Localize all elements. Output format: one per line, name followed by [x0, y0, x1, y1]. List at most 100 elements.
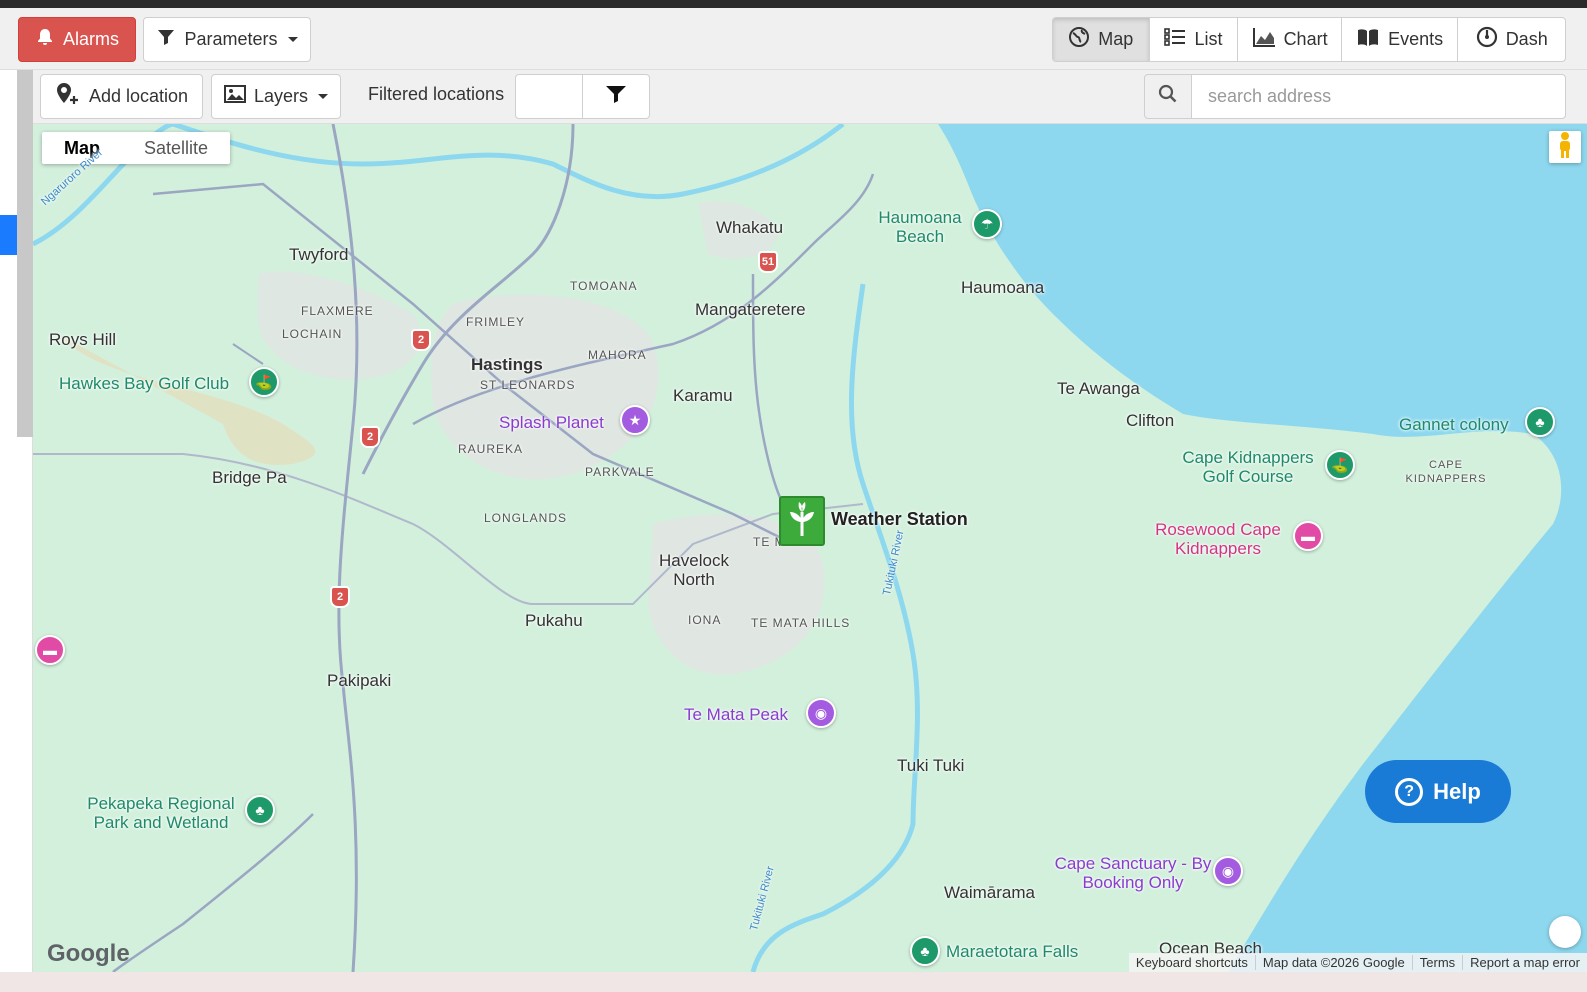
golf-poi-icon[interactable]: ⛳ [249, 367, 279, 397]
highway-number: 2 [336, 591, 344, 603]
terms-link[interactable]: Terms [1411, 955, 1462, 970]
poi-label[interactable]: Splash Planet [499, 413, 604, 433]
report-map-error-link[interactable]: Report a map error [1462, 955, 1587, 970]
place-label: Clifton [1126, 411, 1175, 430]
place-label: Bridge Pa [212, 468, 287, 487]
poi-label[interactable]: Rosewood Cape Kidnappers [1138, 520, 1298, 558]
tab-list[interactable]: List [1150, 18, 1239, 61]
left-sidebar-rail [0, 70, 33, 992]
poi-label[interactable]: Cape Sanctuary - By Booking Only [1053, 854, 1213, 892]
tab-chart[interactable]: Chart [1238, 18, 1342, 61]
place-label: FLAXMERE [301, 304, 374, 318]
place-label: Tuki Tuki [897, 756, 965, 775]
attraction-poi-icon[interactable]: ★ [620, 405, 650, 435]
alarms-label: Alarms [62, 29, 119, 49]
sidebar-scrollbar[interactable] [17, 70, 33, 437]
pegman-icon [1557, 131, 1573, 164]
question-icon: ? [1395, 777, 1424, 806]
help-label: Help [1433, 778, 1481, 804]
place-label: LONGLANDS [484, 511, 568, 525]
keyboard-shortcuts-link[interactable]: Keyboard shortcuts [1129, 955, 1255, 970]
place-label: ST LEONARDS [480, 378, 576, 392]
map-data-text: Map data ©2026 Google [1254, 955, 1412, 970]
list-icon [1164, 26, 1186, 53]
poi-label[interactable]: Haumoana Beach [870, 208, 970, 246]
main-toolbar: Alarms Parameters Map List Chart Events … [0, 8, 1587, 70]
add-location-label: Add location [88, 86, 189, 106]
tab-events[interactable]: Events [1342, 18, 1459, 61]
place-label: PARKVALE [585, 465, 655, 479]
area-chart-icon [1252, 26, 1276, 53]
place-label: Karamu [673, 386, 733, 405]
add-location-button[interactable]: Add location [40, 74, 203, 119]
parameters-dropdown[interactable]: Parameters [143, 17, 311, 62]
place-label: TOMOANA [570, 279, 638, 293]
place-label: Hastings [471, 355, 543, 374]
book-icon [1356, 27, 1380, 52]
beach-poi-icon[interactable]: ☂ [972, 209, 1002, 239]
poi-label[interactable]: Pekapeka Regional Park and Wetland [81, 794, 241, 832]
place-label: FRIMLEY [466, 315, 526, 329]
layers-dropdown[interactable]: Layers [211, 74, 341, 119]
tab-dash[interactable]: Dash [1458, 18, 1565, 61]
bottom-strip [0, 972, 1587, 992]
tab-map[interactable]: Map [1053, 18, 1150, 61]
weather-station-label: Weather Station [831, 509, 968, 529]
park-poi-icon[interactable]: ♣ [910, 936, 940, 966]
highway-shield: 2 [360, 426, 380, 448]
filter-apply-button[interactable] [582, 74, 650, 119]
filter-icon [156, 27, 176, 52]
attraction-poi-icon[interactable]: ◉ [1213, 856, 1243, 886]
weather-station-marker[interactable] [779, 496, 825, 546]
poi-label[interactable]: Maraetotara Falls [946, 942, 1078, 962]
place-label: Te Awanga [1057, 379, 1140, 398]
poi-label[interactable]: Hawkes Bay Golf Club [59, 374, 229, 394]
poi-label[interactable]: Gannet colony [1399, 415, 1509, 435]
fullscreen-button[interactable] [1549, 916, 1581, 948]
caret-down-icon [287, 37, 298, 42]
globe-icon [1068, 26, 1090, 53]
add-location-icon [55, 82, 81, 111]
tab-map-label: Map [1098, 29, 1134, 49]
place-label: CAPE KIDNAPPERS [1405, 459, 1487, 485]
filter-icon [605, 84, 627, 109]
highway-shield: 51 [758, 251, 778, 273]
attraction-poi-icon[interactable]: ◉ [806, 698, 836, 728]
map-attribution: Keyboard shortcuts Map data ©2026 Google… [1128, 953, 1587, 972]
park-poi-icon[interactable]: ♣ [245, 795, 275, 825]
layers-label: Layers [253, 86, 309, 106]
map-type-satellite[interactable]: Satellite [122, 132, 230, 164]
highway-number: 2 [417, 334, 425, 346]
image-icon [223, 84, 246, 109]
map-type-toggle: Map Satellite [42, 132, 231, 164]
place-label: Pukahu [525, 611, 583, 630]
search-address-input[interactable] [1191, 74, 1566, 119]
alarms-button[interactable]: Alarms [18, 17, 136, 62]
street-view-pegman[interactable] [1549, 131, 1581, 163]
poi-label[interactable]: Cape Kidnappers Golf Course [1168, 448, 1328, 486]
highway-number: 2 [366, 431, 374, 443]
golf-poi-icon[interactable]: ⛳ [1325, 450, 1355, 480]
park-poi-icon[interactable]: ♣ [1525, 407, 1555, 437]
help-button[interactable]: ? Help [1365, 760, 1511, 823]
place-label: IONA [688, 613, 722, 627]
window-top-strip [0, 0, 1587, 8]
plant-icon [785, 500, 819, 543]
poi-label[interactable]: Te Mata Peak [684, 705, 788, 725]
map-canvas[interactable]: Map Satellite Twyford FLAXMERE LOCHAIN R… [33, 124, 1587, 972]
bell-icon [35, 27, 55, 52]
search-addon [1144, 74, 1192, 119]
place-label: Havelock North [659, 551, 729, 589]
caret-down-icon [318, 94, 329, 99]
place-label: RAUREKA [458, 442, 524, 456]
hotel-poi-icon[interactable]: ▬ [35, 635, 65, 665]
dashboard-icon [1476, 26, 1498, 53]
filtered-locations-field[interactable] [515, 74, 583, 119]
highway-number: 51 [761, 256, 775, 268]
place-label: LOCHAIN [282, 327, 343, 341]
place-label: Haumoana [961, 278, 1045, 297]
search-icon [1158, 84, 1178, 109]
sidebar-collapse-handle[interactable] [0, 215, 17, 255]
highway-shield: 2 [330, 586, 350, 608]
place-label: Roys Hill [49, 330, 117, 349]
